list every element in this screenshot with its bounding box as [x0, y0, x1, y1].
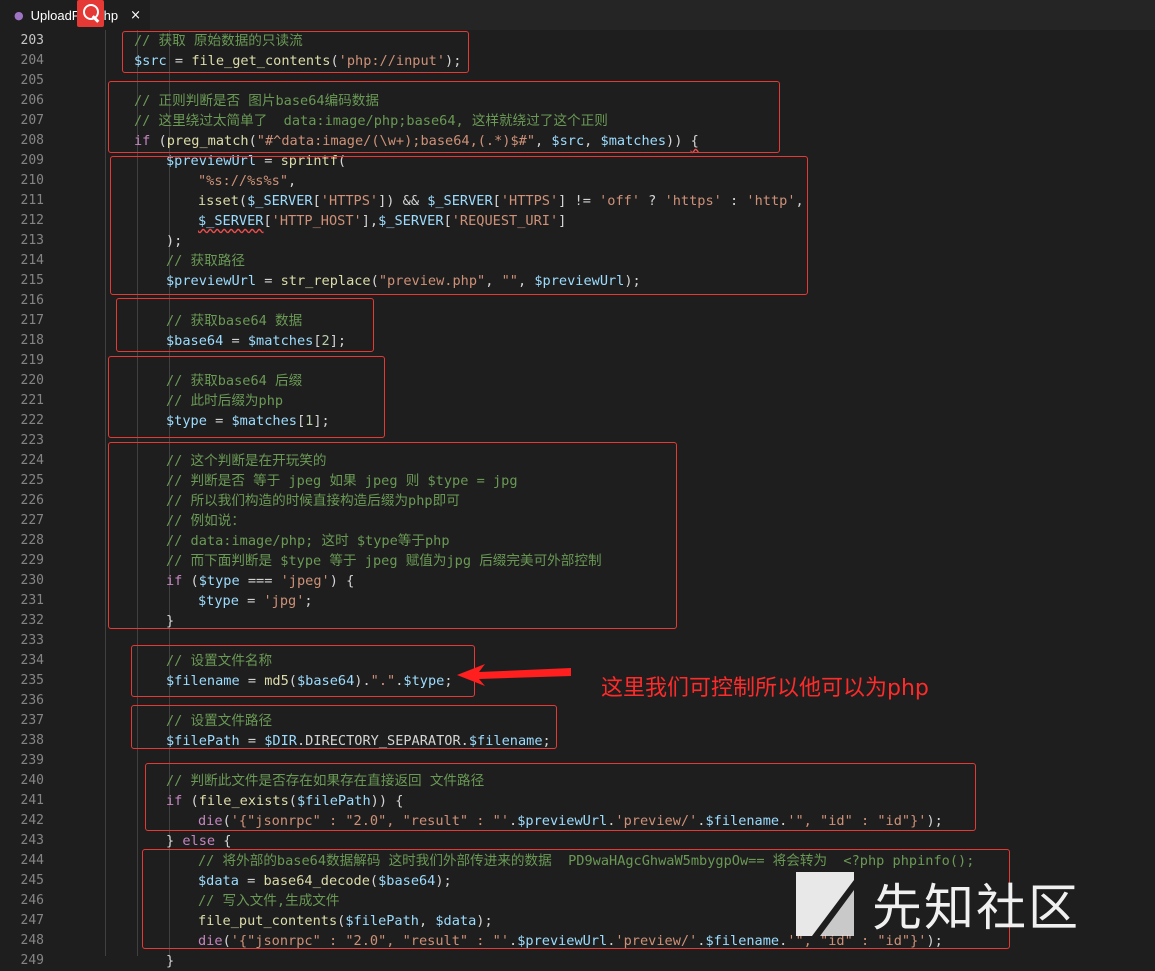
line-number: 248	[20, 933, 44, 948]
line-number: 209	[20, 153, 44, 168]
line-number: 239	[20, 753, 44, 768]
code-line[interactable]: }	[166, 951, 174, 971]
line-number: 245	[20, 873, 44, 888]
tab-uploadfile-php[interactable]: ● UploadFile.php ×	[0, 0, 150, 30]
line-number: 231	[20, 593, 44, 608]
line-number: 234	[20, 653, 44, 668]
line-number: 203	[20, 33, 44, 48]
line-number: 228	[20, 533, 44, 548]
red-arrow-icon	[457, 664, 571, 686]
line-number: 225	[20, 473, 44, 488]
line-number: 214	[20, 253, 44, 268]
line-number: 232	[20, 613, 44, 628]
line-number: 215	[20, 273, 44, 288]
line-number: 219	[20, 353, 44, 368]
line-number: 216	[20, 293, 44, 308]
line-number: 212	[20, 213, 44, 228]
line-number: 206	[20, 93, 44, 108]
line-number: 218	[20, 333, 44, 348]
highlight-box	[110, 156, 808, 295]
highlight-box	[108, 81, 780, 153]
line-number: 238	[20, 733, 44, 748]
line-number: 220	[20, 373, 44, 388]
watermark: 先知社区	[790, 866, 1080, 942]
tab-label: UploadFile.php	[30, 7, 119, 23]
line-number: 241	[20, 793, 44, 808]
code-line[interactable]: } else {	[166, 831, 232, 851]
highlight-box	[145, 763, 976, 831]
annotation-note: 这里我们可控制所以他可以为php	[601, 676, 929, 701]
line-number: 244	[20, 853, 44, 868]
line-number: 240	[20, 773, 44, 788]
highlight-box	[116, 298, 374, 352]
line-number: 210	[20, 173, 44, 188]
line-number: 217	[20, 313, 44, 328]
search-magnifier-icon	[77, 0, 104, 27]
xianzhi-logo-icon	[796, 872, 854, 936]
line-number-gutter: 203 204 205 206 207 208 209 210 211 212 213 214 215 2…	[0, 30, 72, 968]
line-number: 237	[20, 713, 44, 728]
highlight-box	[108, 356, 385, 438]
highlight-box	[131, 645, 475, 697]
line-number: 226	[20, 493, 44, 508]
line-number: 246	[20, 893, 44, 908]
line-number: 229	[20, 553, 44, 568]
line-number: 235	[20, 673, 44, 688]
line-number: 208	[20, 133, 44, 148]
line-number: 207	[20, 113, 44, 128]
line-number: 230	[20, 573, 44, 588]
close-icon[interactable]: ×	[130, 8, 141, 23]
watermark-text: 先知社区	[872, 879, 1080, 937]
highlight-box	[108, 442, 677, 629]
line-number: 236	[20, 693, 44, 708]
line-number: 213	[20, 233, 44, 248]
line-number: 224	[20, 453, 44, 468]
line-number: 249	[20, 953, 44, 968]
line-number: 211	[20, 193, 44, 208]
line-number: 233	[20, 633, 44, 648]
line-number: 247	[20, 913, 44, 928]
line-number: 205	[20, 73, 44, 88]
line-number: 243	[20, 833, 44, 848]
highlight-box	[131, 705, 557, 749]
line-number: 221	[20, 393, 44, 408]
tab-bar: ● UploadFile.php ×	[0, 0, 1155, 30]
line-number: 204	[20, 53, 44, 68]
line-number: 242	[20, 813, 44, 828]
highlight-box	[122, 31, 469, 73]
line-number: 223	[20, 433, 44, 448]
php-file-icon: ●	[14, 8, 24, 22]
line-number: 227	[20, 513, 44, 528]
line-number: 222	[20, 413, 44, 428]
